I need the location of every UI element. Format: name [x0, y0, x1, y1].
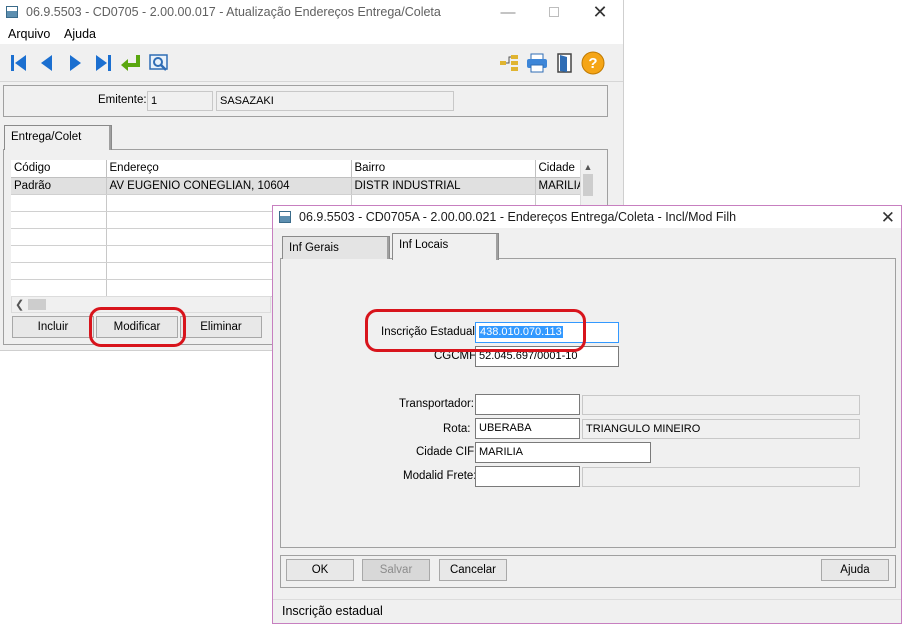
ok-button[interactable]: OK: [286, 559, 354, 581]
table-row[interactable]: Padrão AV EUGENIO CONEGLIAN, 10604 DISTR…: [11, 177, 584, 195]
main-titlebar: 06.9.5503 - CD0705 - 2.00.00.017 - Atual…: [0, 0, 623, 24]
ajuda-button[interactable]: Ajuda: [821, 559, 889, 581]
window-app-icon: [6, 6, 18, 18]
table-header-row: Código Endereço Bairro Cidade: [11, 160, 584, 178]
column-header[interactable]: Endereço: [106, 160, 352, 178]
menubar: Arquivo Ajuda: [0, 24, 623, 44]
goto-return-icon[interactable]: [118, 50, 144, 76]
transportador-label: Transportador:: [399, 398, 474, 410]
dialog-close-icon[interactable]: ✕: [881, 208, 895, 228]
svg-text:?: ?: [588, 55, 597, 72]
column-header[interactable]: Bairro: [351, 160, 536, 178]
printer-icon[interactable]: [524, 50, 550, 76]
cidade-cif-field[interactable]: MARILIA: [475, 442, 651, 463]
menu-ajuda[interactable]: Ajuda: [64, 27, 96, 41]
emitente-label: Emitente:: [98, 94, 147, 106]
salvar-button[interactable]: Salvar: [362, 559, 430, 581]
eliminar-button[interactable]: Eliminar: [180, 316, 262, 338]
cidade-cif-label: Cidade CIF:: [416, 446, 478, 458]
modalid-frete-desc-field: [582, 467, 860, 487]
tree-structure-icon[interactable]: [496, 50, 522, 76]
incluir-button[interactable]: Incluir: [12, 316, 94, 338]
tab-inf-locais[interactable]: Inf Locais: [392, 233, 499, 260]
tab-entrega-coleta[interactable]: Entrega/Colet: [4, 125, 112, 150]
dialog-title: 06.9.5503 - CD0705A - 2.00.00.021 - Ende…: [299, 210, 737, 224]
table-cell: AV EUGENIO CONEGLIAN, 10604: [106, 177, 352, 195]
main-window-title: 06.9.5503 - CD0705 - 2.00.00.017 - Atual…: [26, 5, 441, 19]
annotation-inscricao-highlight: [365, 309, 586, 352]
table-cell: MARILIA: [535, 177, 584, 195]
status-bar: Inscrição estadual: [273, 599, 901, 623]
rota-label: Rota:: [443, 423, 471, 435]
transportador-field[interactable]: [475, 394, 580, 415]
tab-inf-gerais[interactable]: Inf Gerais: [282, 236, 390, 259]
transportador-desc-field: [582, 395, 860, 415]
minimize-button[interactable]: —: [486, 1, 530, 23]
close-button[interactable]: ✕: [578, 1, 622, 23]
dialog-app-icon: [279, 211, 291, 223]
modalid-frete-field[interactable]: [475, 466, 580, 487]
cancelar-button[interactable]: Cancelar: [439, 559, 507, 581]
last-record-icon[interactable]: [90, 50, 116, 76]
column-header[interactable]: Código: [11, 160, 107, 178]
emitente-name-field: SASAZAKI: [216, 91, 454, 111]
table-cell: Padrão: [11, 177, 107, 195]
rota-desc-field: TRIANGULO MINEIRO: [582, 419, 860, 439]
next-record-icon[interactable]: [62, 50, 88, 76]
first-record-icon[interactable]: [6, 50, 32, 76]
table-cell: DISTR INDUSTRIAL: [351, 177, 536, 195]
modalid-frete-label: Modalid Frete:: [403, 470, 477, 482]
exit-door-icon[interactable]: [552, 50, 578, 76]
annotation-modificar-highlight: [89, 307, 186, 347]
previous-record-icon[interactable]: [34, 50, 60, 76]
help-icon[interactable]: ?: [580, 50, 606, 76]
scroll-left-icon[interactable]: ❮: [15, 298, 24, 311]
toolbar: ?: [0, 44, 623, 82]
emitente-code-field: 1: [147, 91, 213, 111]
dialog-window: 06.9.5503 - CD0705A - 2.00.00.021 - Ende…: [272, 205, 902, 624]
scroll-up-icon[interactable]: ▲: [581, 162, 595, 172]
dialog-titlebar: 06.9.5503 - CD0705A - 2.00.00.021 - Ende…: [273, 206, 901, 228]
rota-field[interactable]: UBERABA: [475, 418, 580, 439]
column-header[interactable]: Cidade: [535, 160, 584, 178]
maximize-button[interactable]: [532, 1, 576, 23]
search-zoom-icon[interactable]: [146, 50, 172, 76]
menu-arquivo[interactable]: Arquivo: [8, 27, 50, 41]
